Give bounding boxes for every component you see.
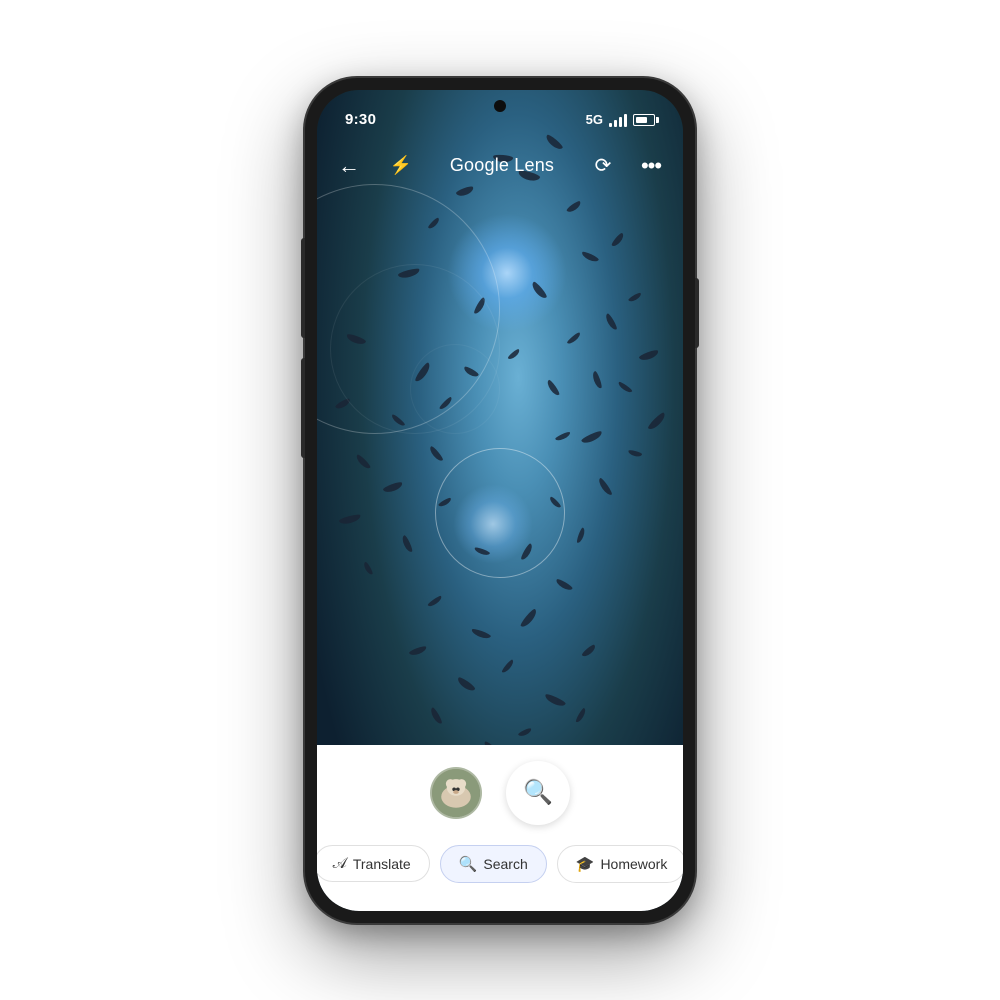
history-button[interactable]: ⟳ — [587, 150, 619, 182]
search-tab-icon: 🔍 — [459, 855, 478, 873]
battery-icon — [633, 114, 655, 126]
search-icon: 🔍 — [523, 778, 553, 807]
camera-controls-row: 🔍 — [317, 761, 683, 825]
spiral-ring-inner — [410, 344, 500, 434]
homework-icon: 🎓 — [576, 855, 595, 873]
translate-icon: 𝒜 — [333, 855, 347, 872]
signal-bar-4 — [624, 114, 627, 127]
status-icons: 5G — [586, 112, 655, 127]
gallery-thumbnail[interactable] — [430, 767, 482, 819]
phone-screen: 9:30 5G ← ⚡ Google Lens — [317, 90, 683, 911]
battery-fill — [636, 117, 647, 123]
toolbar-left: ← ⚡ — [333, 150, 417, 182]
translate-tab[interactable]: 𝒜 Translate — [317, 845, 430, 882]
signal-bar-3 — [619, 117, 622, 127]
status-time: 9:30 — [345, 111, 376, 128]
signal-bars — [609, 113, 627, 127]
network-type: 5G — [586, 112, 603, 127]
action-tabs: 𝒜 Translate 🔍 Search 🎓 Homework — [317, 845, 683, 883]
flash-button[interactable]: ⚡ — [385, 150, 417, 182]
search-label: Search — [483, 856, 527, 872]
thumbnail-image — [432, 769, 480, 817]
shutter-button[interactable]: 🔍 — [506, 761, 570, 825]
phone-wrapper: 9:30 5G ← ⚡ Google Lens — [305, 78, 695, 923]
translate-label: Translate — [353, 856, 411, 872]
back-button[interactable]: ← — [333, 150, 365, 182]
homework-tab[interactable]: 🎓 Homework — [557, 845, 683, 883]
app-toolbar: ← ⚡ Google Lens ⟳ ••• — [317, 138, 683, 194]
focus-circle — [435, 448, 565, 578]
bottom-controls: 🔍 𝒜 Translate 🔍 Search 🎓 Homework — [317, 745, 683, 911]
homework-label: Homework — [600, 856, 667, 872]
front-camera — [494, 100, 506, 112]
signal-bar-1 — [609, 123, 612, 127]
status-bar: 9:30 5G — [317, 90, 683, 138]
toolbar-right: ⟳ ••• — [587, 150, 667, 182]
more-button[interactable]: ••• — [635, 150, 667, 182]
search-tab[interactable]: 🔍 Search — [440, 845, 547, 883]
app-title: Google Lens — [417, 155, 587, 176]
signal-bar-2 — [614, 120, 617, 127]
